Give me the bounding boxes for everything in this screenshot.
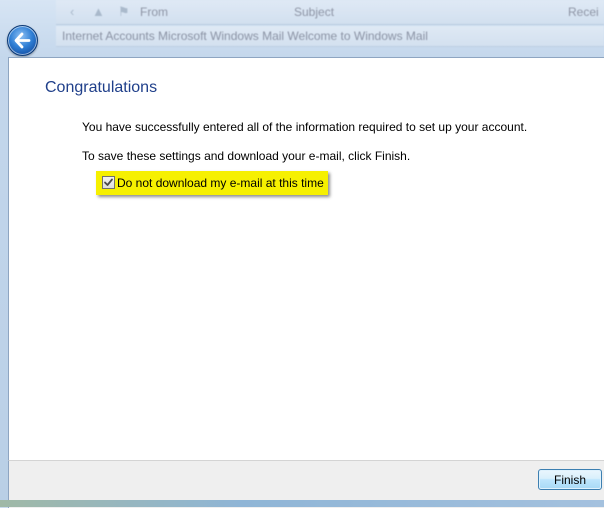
wizard-window: ‹ ▲ ⚑ From Subject Recei Internet Accoun…	[0, 0, 604, 508]
background-arrow-icon: ‹	[70, 4, 75, 19]
page-title: Congratulations	[45, 79, 158, 96]
do-not-download-label[interactable]: Do not download my e-mail at this time	[117, 176, 324, 190]
background-flag-icon: ⚑	[118, 4, 130, 19]
background-window: ‹ ▲ ⚑ From Subject Recei Internet Accoun…	[56, 0, 604, 52]
finish-instruction: To save these settings and download your…	[82, 149, 411, 163]
background-row-text: Internet Accounts Microsoft Windows Mail…	[62, 29, 428, 43]
background-toolbar-item: From	[140, 5, 168, 19]
finish-button[interactable]: Finish	[538, 469, 602, 490]
wizard-content-panel: Congratulations You have successfully en…	[8, 57, 604, 461]
background-row: Internet Accounts Microsoft Windows Mail…	[56, 26, 604, 47]
back-arrow-icon	[14, 32, 31, 49]
checkbox-highlight[interactable]: Do not download my e-mail at this time	[96, 171, 328, 195]
taskbar-edge	[0, 500, 604, 507]
background-toolbar-item: Recei	[568, 5, 599, 19]
success-message: You have successfully entered all of the…	[82, 120, 528, 134]
background-toolbar-item: Subject	[294, 5, 335, 19]
background-arrow-icon: ▲	[92, 4, 105, 19]
background-toolbar: ‹ ▲ ⚑ From Subject Recei	[56, 0, 604, 25]
back-button[interactable]	[7, 25, 38, 56]
checkmark-icon	[104, 178, 113, 186]
do-not-download-checkbox[interactable]	[102, 176, 115, 189]
